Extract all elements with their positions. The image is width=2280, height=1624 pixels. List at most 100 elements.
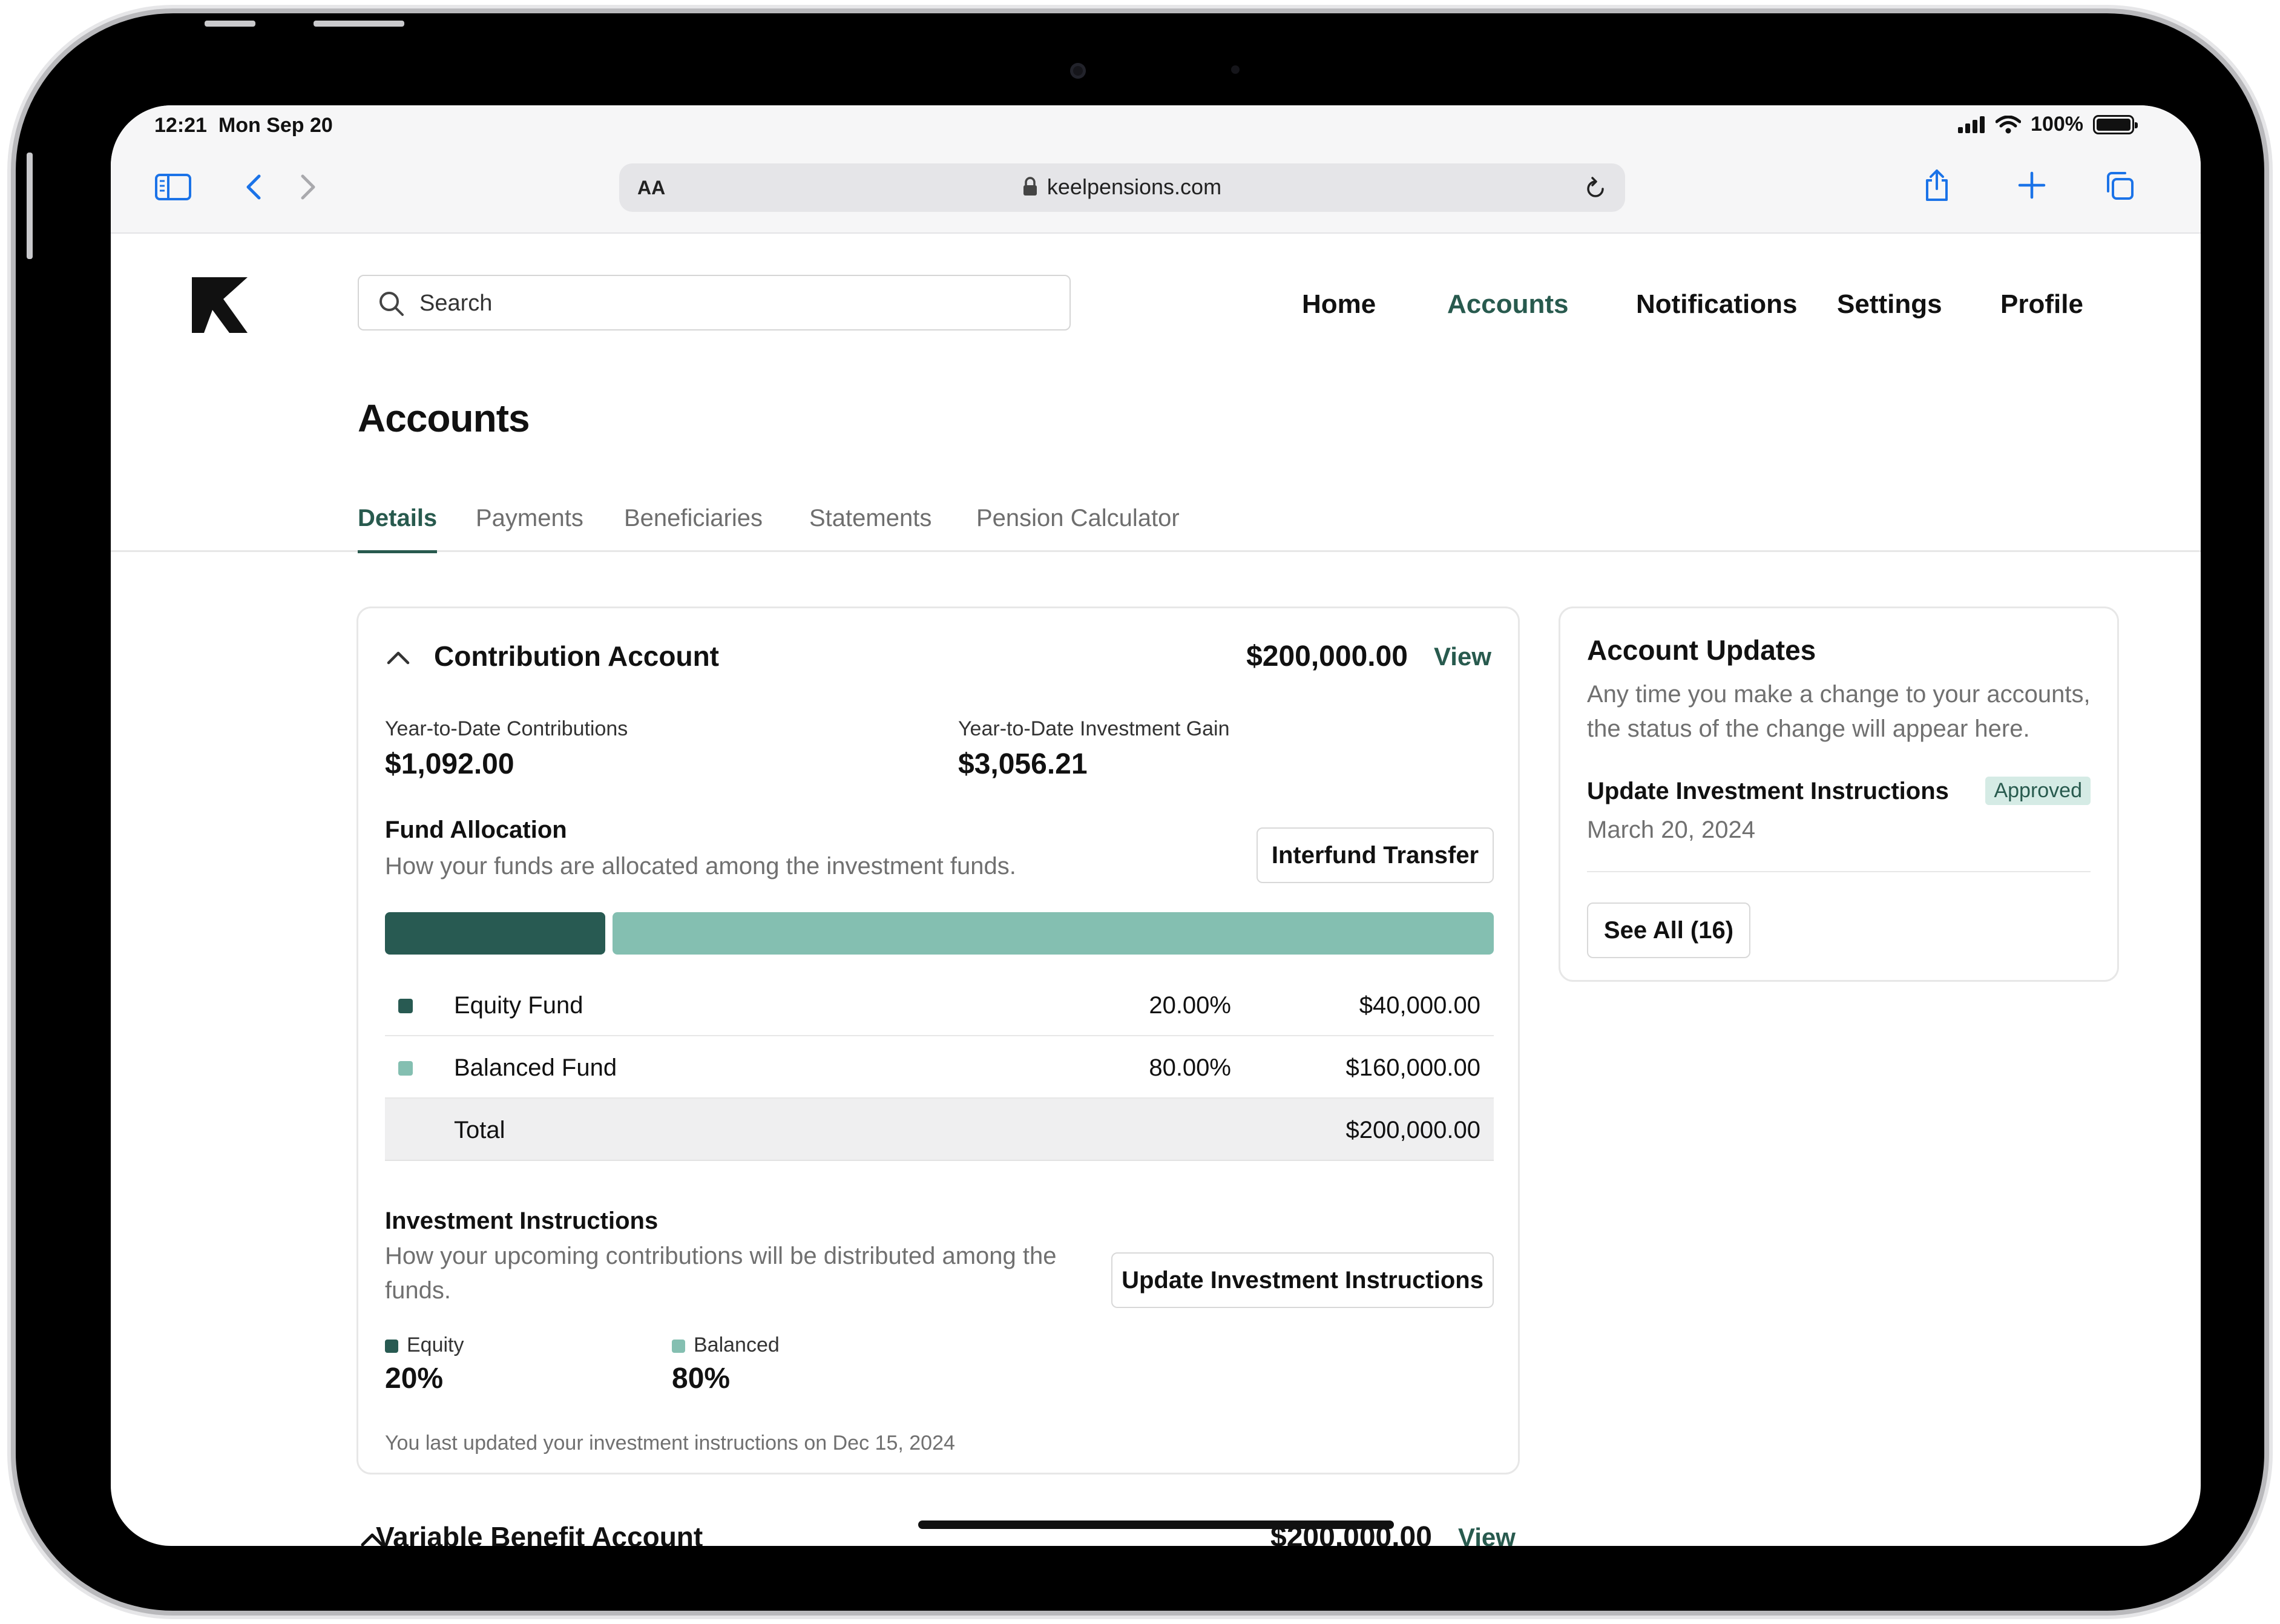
cellular-signal-icon [1958,116,1985,133]
account-updates-title: Account Updates [1587,634,1816,666]
tab-beneficiaries[interactable]: Beneficiaries [624,505,763,550]
ytd-contributions-label: Year-to-Date Contributions [385,717,628,740]
search-input[interactable]: Search [358,275,1071,330]
power-button [314,21,404,27]
status-clock: 12:21 [154,114,207,137]
search-icon [379,292,404,316]
balanced-instruction: Balanced 80% [672,1333,780,1395]
interfund-transfer-button[interactable]: Interfund Transfer [1257,827,1494,883]
divider [1587,871,2091,872]
fund-allocation-description: How your funds are allocated among the i… [385,853,1016,879]
screen: 12:21 Mon Sep 20 100% AA keelpensions.co… [111,105,2201,1546]
investment-instructions-description: How your upcoming contributions will be … [385,1243,1057,1304]
ytd-contributions-value: $1,092.00 [385,748,514,780]
wifi-icon [1996,115,2022,133]
nav-settings[interactable]: Settings [1837,289,1942,320]
battery-percent: 100% [2031,113,2083,136]
tab-payments[interactable]: Payments [476,505,583,550]
reload-icon[interactable] [1584,176,1607,200]
ambient-sensor [1231,65,1240,74]
new-tab-icon[interactable] [2016,169,2048,201]
battery-fill [2097,118,2131,131]
equity-label-text: Equity [407,1333,464,1356]
chevron-up-icon[interactable] [386,649,410,665]
total-label: Total [454,1117,505,1143]
allocation-segment-balanced [613,912,1494,955]
battery-icon [2093,114,2138,134]
ytd-gain-label: Year-to-Date Investment Gain [958,717,1230,740]
fund-name: Equity Fund [454,992,583,1019]
account-tabs: Details Payments Beneficiaries Statement… [111,491,2201,553]
equity-instruction-label: Equity [385,1333,464,1357]
investment-instructions-title: Investment Instructions [385,1208,659,1234]
equity-fund-swatch [398,999,413,1013]
equity-instruction: Equity 20% [385,1333,464,1395]
total-row: Total $200,000.00 [385,1099,1494,1161]
fund-percent: 80.00% [1149,1054,1231,1081]
lock-icon [1023,177,1037,196]
fund-name: Balanced Fund [454,1054,617,1081]
update-item-date: March 20, 2024 [1587,817,1755,843]
tab-statements[interactable]: Statements [809,505,931,550]
contribution-account-card: Contribution Account $200,000.00 View Ye… [356,607,1520,1474]
balanced-instruction-label: Balanced [672,1333,780,1357]
keel-logo[interactable] [192,277,248,333]
account-balance: $200,000.00 [1246,640,1408,672]
fund-amount: $160,000.00 [1345,1054,1480,1081]
url-text: keelpensions.com [1046,174,1222,199]
account-updates-card: Account Updates Any time you make a chan… [1559,607,2119,982]
home-indicator [918,1520,1394,1529]
fund-percent: 20.00% [1149,992,1231,1019]
nav-notifications[interactable]: Notifications [1636,289,1797,320]
see-all-button[interactable]: See All (16) [1587,902,1750,958]
nav-accounts[interactable]: Accounts [1447,289,1568,320]
fund-table: Equity Fund 20.00% $40,000.00 Balanced F… [385,974,1494,1161]
view-account-link[interactable]: View [1434,642,1491,671]
balanced-label-text: Balanced [694,1333,780,1356]
account-title: Contribution Account [434,640,719,672]
front-camera [1070,63,1086,79]
back-arrow-icon[interactable] [241,172,266,202]
equity-instruction-value: 20% [385,1363,444,1395]
site-header: Search Home Accounts Notifications Setti… [111,235,2201,339]
share-icon[interactable] [1922,167,1952,203]
tabs-overview-icon[interactable] [2103,169,2136,202]
page-title: Accounts [358,396,530,440]
status-badge: Approved [1985,777,2091,805]
sidebar-toggle-icon[interactable] [154,172,192,202]
status-date: Mon Sep 20 [218,114,333,137]
update-investment-instructions-button[interactable]: Update Investment Instructions [1111,1252,1494,1308]
volume-button [205,21,255,27]
status-indicators: 100% [1958,113,2138,136]
account-updates-description: Any time you make a change to your accou… [1587,681,2091,742]
fund-amount: $40,000.00 [1359,992,1480,1019]
url-display: keelpensions.com [619,174,1625,200]
allocation-bar [385,912,1494,955]
balanced-instruction-value: 80% [672,1363,731,1395]
balanced-legend-swatch [672,1340,685,1353]
table-row: Equity Fund 20.00% $40,000.00 [385,974,1494,1036]
status-bar: 12:21 Mon Sep 20 100% [111,105,2201,145]
variable-benefit-account-title: Variable Benefit Account [376,1521,703,1546]
address-bar[interactable]: AA keelpensions.com [619,163,1625,212]
status-time: 12:21 Mon Sep 20 [154,114,333,137]
update-item-title: Update Investment Instructions [1587,778,1949,804]
side-button [27,153,33,259]
ytd-gain-value: $3,056.21 [958,748,1088,780]
last-updated-note: You last updated your investment instruc… [385,1432,955,1455]
equity-legend-swatch [385,1340,398,1353]
view-variable-benefit-link[interactable]: View [1458,1523,1516,1546]
tab-pension-calculator[interactable]: Pension Calculator [976,505,1180,550]
forward-arrow-icon[interactable] [296,172,320,202]
total-amount: $200,000.00 [1345,1117,1480,1143]
search-placeholder: Search [419,291,493,316]
table-row: Balanced Fund 80.00% $160,000.00 [385,1036,1494,1099]
fund-allocation-title: Fund Allocation [385,817,567,843]
ipad-frame: 12:21 Mon Sep 20 100% AA keelpensions.co… [16,13,2264,1611]
nav-profile[interactable]: Profile [2000,289,2083,320]
tab-details[interactable]: Details [358,505,438,553]
browser-toolbar: AA keelpensions.com [111,145,2201,234]
allocation-segment-equity [385,912,605,955]
nav-home[interactable]: Home [1302,289,1376,320]
balanced-fund-swatch [398,1061,413,1076]
